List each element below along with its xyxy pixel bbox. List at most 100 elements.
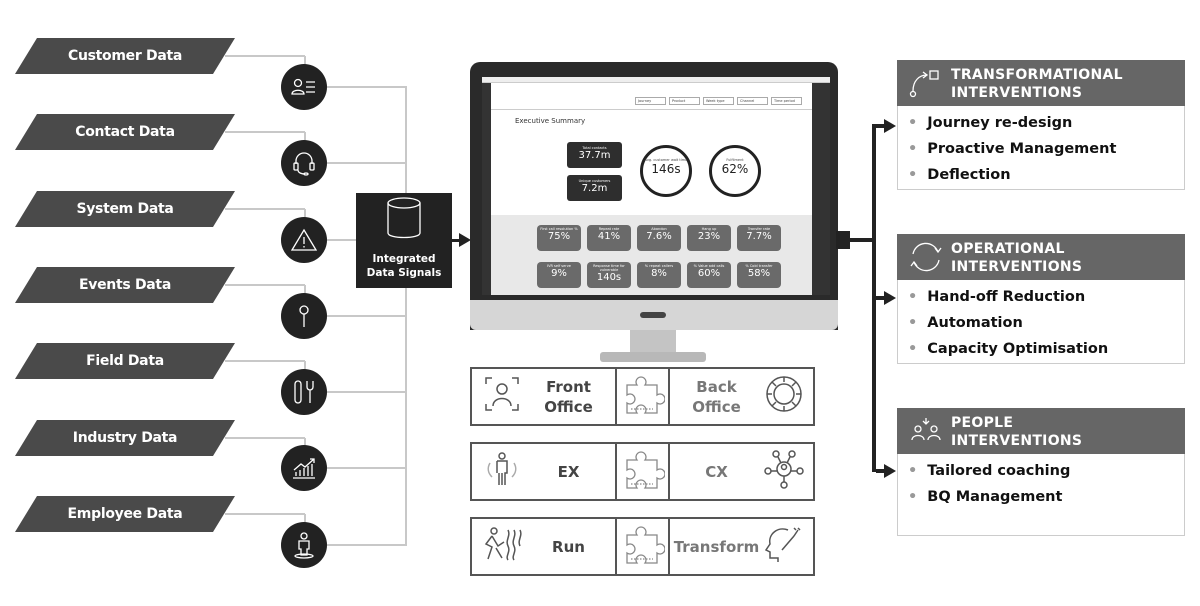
metric-tile: Response time for vulnerable 140s <box>587 262 631 288</box>
bullet-icon: • <box>908 341 918 357</box>
database-icon <box>386 196 422 244</box>
customer-network-icon <box>763 449 805 494</box>
intervention-item: • Proactive Management <box>908 136 1184 162</box>
arrow-head <box>884 291 896 305</box>
arrow-line <box>850 238 874 242</box>
intervention-item: • Journey re-design <box>908 110 1184 136</box>
tile-value: 23% <box>697 231 721 242</box>
grid-label: Run <box>552 537 585 556</box>
grid-cell-left: Run <box>470 517 617 576</box>
headset-icon <box>281 140 327 186</box>
intervention-title: INTERVENTIONS <box>951 433 1083 449</box>
source-label: Employee Data <box>15 496 235 532</box>
grid-label: Transform <box>673 537 760 556</box>
source-label: Industry Data <box>15 420 235 456</box>
hub-label: Data Signals <box>366 267 442 279</box>
source-label: Field Data <box>15 343 235 379</box>
tile-value: 58% <box>747 268 771 279</box>
connector <box>225 360 305 362</box>
connector <box>225 208 305 210</box>
intervention-list: • Journey re-design • Proactive Management •… <box>897 106 1185 190</box>
monitor-base <box>600 352 706 362</box>
source-text: Contact Data <box>75 124 175 140</box>
connector <box>225 55 305 57</box>
intervention-item: • Deflection <box>908 162 1184 188</box>
tile-value: 8% <box>651 268 667 279</box>
grid-cell-left: EX <box>470 442 617 501</box>
left-bezel <box>482 83 491 295</box>
source-text: Events Data <box>79 277 171 293</box>
kpi-value: 62% <box>721 162 749 176</box>
kpi-ring: Avg. customer wait time 146s <box>640 145 692 197</box>
source-label: Customer Data <box>15 38 235 74</box>
people-icon <box>909 416 943 451</box>
connector <box>225 284 305 286</box>
intervention-title: INTERVENTIONS <box>951 259 1083 275</box>
metric-tile: % Cold transfer 58% <box>737 262 781 288</box>
cycle-icon <box>909 242 943 277</box>
grid-label: CX <box>705 462 728 481</box>
tile-value: 75% <box>547 231 571 242</box>
item-text: BQ Management <box>927 489 1063 505</box>
source-label: Contact Data <box>15 114 235 150</box>
tools-icon <box>281 369 327 415</box>
filter-dropdown[interactable]: Week type <box>703 97 734 105</box>
warning-icon <box>281 217 327 263</box>
intervention-header: PEOPLE INTERVENTIONS <box>897 408 1185 454</box>
metric-tile: First call resolution % 75% <box>537 225 581 251</box>
puzzle-icon <box>615 367 670 426</box>
bullet-icon: • <box>908 141 918 157</box>
monitor-logo <box>640 312 666 318</box>
arrow-head <box>884 464 896 478</box>
kpi-card: Total contacts 37.7m <box>567 142 622 168</box>
tile-value: 41% <box>597 231 621 242</box>
connector <box>327 162 407 164</box>
source-text: Industry Data <box>72 430 178 446</box>
grid-label: EX <box>557 462 580 481</box>
connector <box>225 513 305 515</box>
tile-value: 140s <box>596 272 622 283</box>
kpi-value: 146s <box>651 162 681 176</box>
puzzle-icon <box>615 442 670 501</box>
gear-ring-icon <box>763 374 805 419</box>
item-text: Journey re-design <box>927 115 1073 131</box>
grid-cell-right: Back Office <box>668 367 815 426</box>
source-text: System Data <box>76 201 174 217</box>
head-spark-icon <box>763 524 805 569</box>
metric-tile: Hang up 23% <box>687 225 731 251</box>
dashboard-title: Executive Summary <box>515 117 586 125</box>
connector <box>327 391 407 393</box>
intervention-list: • Hand-off Reduction • Automation • Capacity … <box>897 280 1185 364</box>
filter-dropdown[interactable]: Product <box>669 97 700 105</box>
item-text: Proactive Management <box>927 141 1117 157</box>
connector <box>225 437 305 439</box>
focus-person-icon <box>482 376 522 417</box>
metric-tile: Abandon 7.6% <box>637 225 681 251</box>
grid-cell-right: Transform <box>668 517 815 576</box>
bullet-icon: • <box>908 289 918 305</box>
source-text: Employee Data <box>67 506 183 522</box>
metric-tile: IVR self serve 9% <box>537 262 581 288</box>
tile-label: Response time for vulnerable <box>593 264 625 272</box>
intervention-title: TRANSFORMATIONAL <box>951 67 1123 83</box>
filter-dropdown[interactable]: Channel <box>737 97 768 105</box>
dashboard-screen: Journey Product Week type Channel Time perio… <box>482 77 830 295</box>
grid-cell-left: Front Office <box>470 367 617 426</box>
intervention-item: • BQ Management <box>908 484 1184 510</box>
metric-tile: Transfer rate 7.7% <box>737 225 781 251</box>
intervention-title: OPERATIONAL <box>951 241 1065 257</box>
item-text: Tailored coaching <box>927 463 1071 479</box>
connector <box>327 467 407 469</box>
contact-card-icon <box>281 64 327 110</box>
tile-value: 7.6% <box>646 231 672 242</box>
intervention-header: OPERATIONAL INTERVENTIONS <box>897 234 1185 280</box>
right-bezel <box>812 83 830 295</box>
grid-label: Back Office <box>692 377 741 416</box>
filter-dropdown[interactable]: Time period <box>771 97 802 105</box>
bullet-icon: • <box>908 167 918 183</box>
grid-label: Front Office <box>544 377 593 416</box>
filter-dropdown[interactable]: Journey <box>635 97 666 105</box>
bullet-icon: • <box>908 463 918 479</box>
source-text: Customer Data <box>67 48 183 64</box>
intervention-title: PEOPLE <box>951 415 1014 431</box>
